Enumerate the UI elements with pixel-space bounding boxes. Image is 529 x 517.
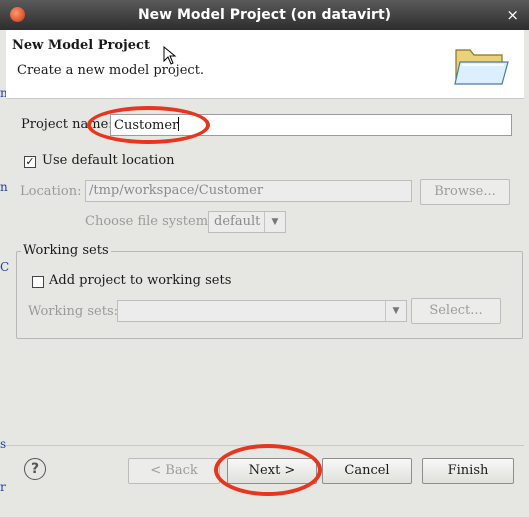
back-button[interactable]: < Back [128, 458, 220, 484]
working-sets-title: Working sets [21, 243, 111, 258]
wizard-header: New Model Project Create a new model pro… [6, 30, 524, 99]
chevron-down-icon[interactable]: ▼ [385, 301, 406, 321]
next-button[interactable]: Next > [227, 458, 317, 484]
use-default-location-label[interactable]: Use default location [42, 153, 175, 168]
wizard-footer: ? < Back Next > Cancel Finish [6, 446, 524, 498]
window-title: New Model Project (on datavirt) [137, 7, 392, 23]
new-model-project-dialog: New Model Project (on datavirt) × n n C … [0, 0, 529, 517]
chevron-down-icon[interactable]: ▼ [264, 212, 285, 232]
browse-button[interactable]: Browse... [420, 179, 510, 205]
add-to-working-sets-checkbox[interactable] [32, 276, 44, 288]
folder-icon [454, 49, 509, 85]
close-icon[interactable]: × [506, 6, 519, 24]
working-sets-dropdown[interactable]: ▼ [117, 300, 407, 322]
help-icon[interactable]: ? [24, 458, 46, 480]
add-to-working-sets-label[interactable]: Add project to working sets [49, 273, 231, 288]
file-system-label: Choose file system: [85, 214, 213, 229]
file-system-value: default [214, 214, 261, 229]
file-system-dropdown[interactable]: default ▼ [208, 211, 286, 233]
location-input[interactable]: /tmp/workspace/Customer [85, 180, 412, 202]
title-bar[interactable]: New Model Project (on datavirt) × [0, 0, 529, 30]
location-label: Location: [20, 184, 82, 199]
project-name-input[interactable]: Customer [110, 114, 512, 136]
wizard-title: New Model Project [12, 38, 150, 53]
location-value: /tmp/workspace/Customer [89, 183, 264, 198]
wizard-body: Project name: Customer ✓ Use default loc… [6, 100, 524, 445]
use-default-location-checkbox[interactable]: ✓ [24, 156, 36, 168]
project-name-label: Project name: [21, 117, 113, 132]
project-name-value: Customer [114, 118, 179, 133]
text-caret [178, 117, 180, 131]
mouse-pointer-icon [163, 46, 177, 65]
cancel-button[interactable]: Cancel [322, 458, 412, 484]
background-window-fragment: r [0, 480, 6, 494]
working-sets-label: Working sets: [28, 304, 119, 319]
select-button[interactable]: Select... [411, 298, 501, 324]
working-sets-group: Working sets Add project to working sets… [16, 243, 523, 339]
finish-button[interactable]: Finish [422, 458, 514, 484]
